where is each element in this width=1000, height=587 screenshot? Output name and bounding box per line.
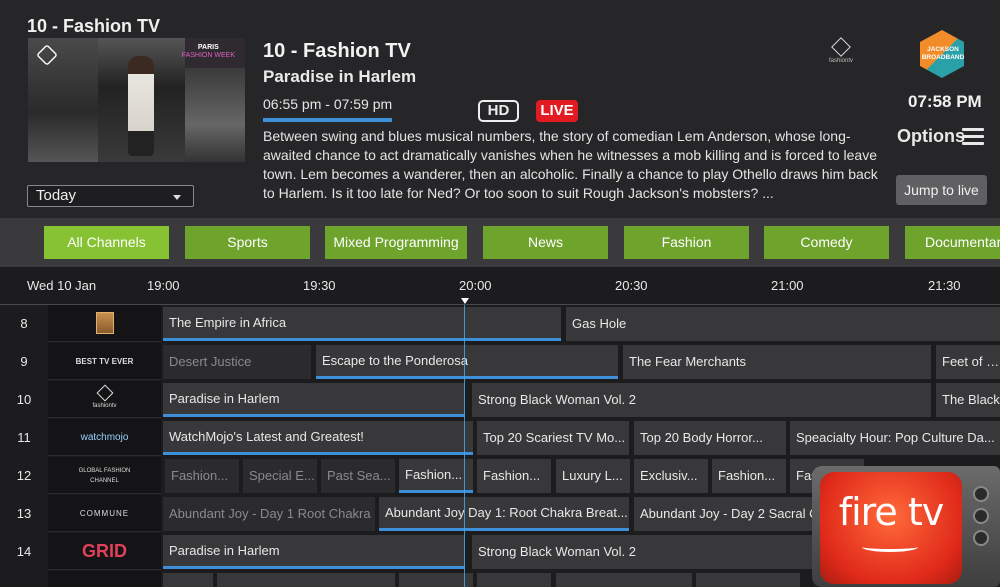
category-fashion[interactable]: Fashion — [624, 226, 749, 259]
date-select[interactable]: Today — [27, 185, 194, 207]
current-channel-title: 10 - Fashion TV — [27, 16, 161, 36]
program-cell[interactable]: Feet of Clay — [936, 345, 1000, 379]
program-cell[interactable]: Paradise in Harlem — [163, 383, 465, 417]
program-cell[interactable]: Luxury L... — [556, 459, 630, 493]
category-sports[interactable]: Sports — [185, 226, 310, 259]
channel-number: 9 — [20, 354, 28, 369]
program-description: Between swing and blues musical numbers,… — [263, 128, 878, 201]
channel-logo[interactable] — [48, 305, 161, 342]
time-label: 21:00 — [771, 278, 804, 293]
channel-logo[interactable]: BEST TV EVER — [48, 343, 161, 380]
channel-row: 10 fashiontv Paradise in Harlem Strong B… — [0, 381, 1000, 418]
program-cell[interactable]: Strong Black Woman Vol. 2 — [472, 383, 931, 417]
clock: 07:58 PM — [908, 92, 982, 111]
time-label: 19:30 — [303, 278, 336, 293]
channel-logo: fashiontv — [828, 37, 854, 66]
options-button[interactable]: Options — [897, 126, 965, 147]
timeline-header: Wed 10 Jan 19:00 19:30 20:00 20:30 21:00… — [0, 267, 1000, 305]
channel-row: 9 BEST TV EVER Desert Justice Escape to … — [0, 343, 1000, 380]
diamond-icon — [831, 37, 851, 57]
category-news[interactable]: News — [483, 226, 608, 259]
time-label: 21:30 — [928, 278, 961, 293]
program-cell[interactable]: Fashion... — [712, 459, 786, 493]
program-cell[interactable]: Top 20 Scariest TV Mo... — [477, 421, 629, 455]
program-cell[interactable]: Abundant Joy Day 1: Root Chakra Breat... — [379, 497, 629, 531]
channel-number: 11 — [17, 430, 31, 445]
program-cell[interactable] — [217, 573, 395, 587]
channel-number: 12 — [16, 468, 32, 483]
program-cell[interactable] — [399, 573, 473, 587]
time-label: 20:00 — [459, 278, 492, 293]
program-cell[interactable] — [556, 573, 692, 587]
video-preview[interactable]: PARIS FASHION WEEK — [28, 38, 245, 162]
category-bar: All Channels Sports Mixed Programming Ne… — [0, 218, 1000, 267]
channel-number: 14 — [16, 544, 32, 559]
menu-icon[interactable] — [962, 128, 984, 145]
program-cell[interactable]: Fashion... — [399, 459, 473, 493]
program-cell[interactable]: Paradise in Harlem — [163, 535, 465, 569]
program-cell[interactable]: Speacialty Hour: Pop Culture Da... — [790, 421, 1000, 455]
time-label: 20:30 — [615, 278, 648, 293]
category-all-channels[interactable]: All Channels — [44, 226, 169, 259]
program-cell[interactable]: Desert Justice — [163, 345, 311, 379]
current-time-line — [464, 305, 465, 587]
diamond-icon — [96, 384, 113, 402]
channel-number: 13 — [16, 506, 32, 521]
program-cell[interactable]: Escape to the Ponderosa — [316, 345, 618, 379]
now-marker-icon — [461, 298, 469, 304]
program-progress-bar — [263, 118, 392, 122]
smile-arrow-icon — [862, 542, 918, 552]
program-cell[interactable]: The Fear Merchants — [623, 345, 931, 379]
firetv-overlay: fire tv — [812, 460, 1000, 587]
program-title: Paradise in Harlem — [263, 67, 417, 86]
firetv-logo: fire tv — [838, 490, 945, 534]
provider-logo: JACKSON BROADBAND — [914, 30, 972, 80]
channel-logo[interactable] — [48, 571, 161, 587]
tv-knobs-icon — [970, 480, 992, 570]
channel-number: 8 — [20, 316, 28, 331]
program-cell[interactable]: The Black — [936, 383, 1000, 417]
live-badge: LIVE — [536, 100, 578, 122]
program-cell[interactable]: Fashion... — [477, 459, 551, 493]
channel-logo[interactable]: GLOBAL FASHION CHANNEL — [48, 457, 161, 494]
info-panel: 10 - Fashion TV PARIS FASHION WEEK Today… — [0, 0, 1000, 218]
preview-overlay-text: PARIS FASHION WEEK — [181, 44, 235, 59]
program-time: 06:55 pm - 07:59 pm — [263, 96, 393, 112]
program-cell[interactable]: WatchMojo's Latest and Greatest! — [163, 421, 473, 455]
channel-logo[interactable]: fashiontv — [48, 381, 161, 418]
channel-logo[interactable]: watchmojo — [48, 419, 161, 456]
category-mixed-programming[interactable]: Mixed Programming — [325, 226, 467, 259]
channel-logo[interactable]: GRID — [48, 533, 161, 570]
program-cell[interactable] — [477, 573, 551, 587]
channel-number: 10 — [16, 392, 32, 407]
hd-badge: HD — [478, 100, 519, 122]
program-cell[interactable]: Top 20 Body Horror... — [634, 421, 786, 455]
jump-to-live-button[interactable]: Jump to live — [896, 175, 987, 205]
program-cell[interactable]: Fashion... — [165, 459, 239, 493]
channel-row: 8 The Empire in Africa Gas Hole — [0, 305, 1000, 342]
category-documentary[interactable]: Documentary — [905, 226, 1000, 259]
program-cell[interactable]: The Empire in Africa — [163, 307, 561, 341]
program-cell[interactable]: Exclusiv... — [634, 459, 708, 493]
program-cell[interactable] — [163, 573, 213, 587]
chevron-down-icon — [173, 195, 181, 200]
program-cell[interactable]: Gas Hole — [566, 307, 1000, 341]
program-cell[interactable] — [696, 573, 800, 587]
program-cell[interactable]: Special E... — [243, 459, 317, 493]
epg-screen: 10 - Fashion TV PARIS FASHION WEEK Today… — [0, 0, 1000, 587]
preview-model-image — [128, 56, 154, 156]
category-comedy[interactable]: Comedy — [764, 226, 889, 259]
program-cell[interactable]: Abundant Joy - Day 1 Root Chakra — [163, 497, 375, 531]
program-channel: 10 - Fashion TV — [263, 40, 411, 62]
channel-row: 11 watchmojo WatchMojo's Latest and Grea… — [0, 419, 1000, 456]
channel-logo[interactable]: COMMUNE — [48, 495, 161, 532]
timeline-date: Wed 10 Jan — [27, 278, 97, 293]
time-label: 19:00 — [147, 278, 180, 293]
program-cell[interactable]: Past Sea... — [321, 459, 395, 493]
